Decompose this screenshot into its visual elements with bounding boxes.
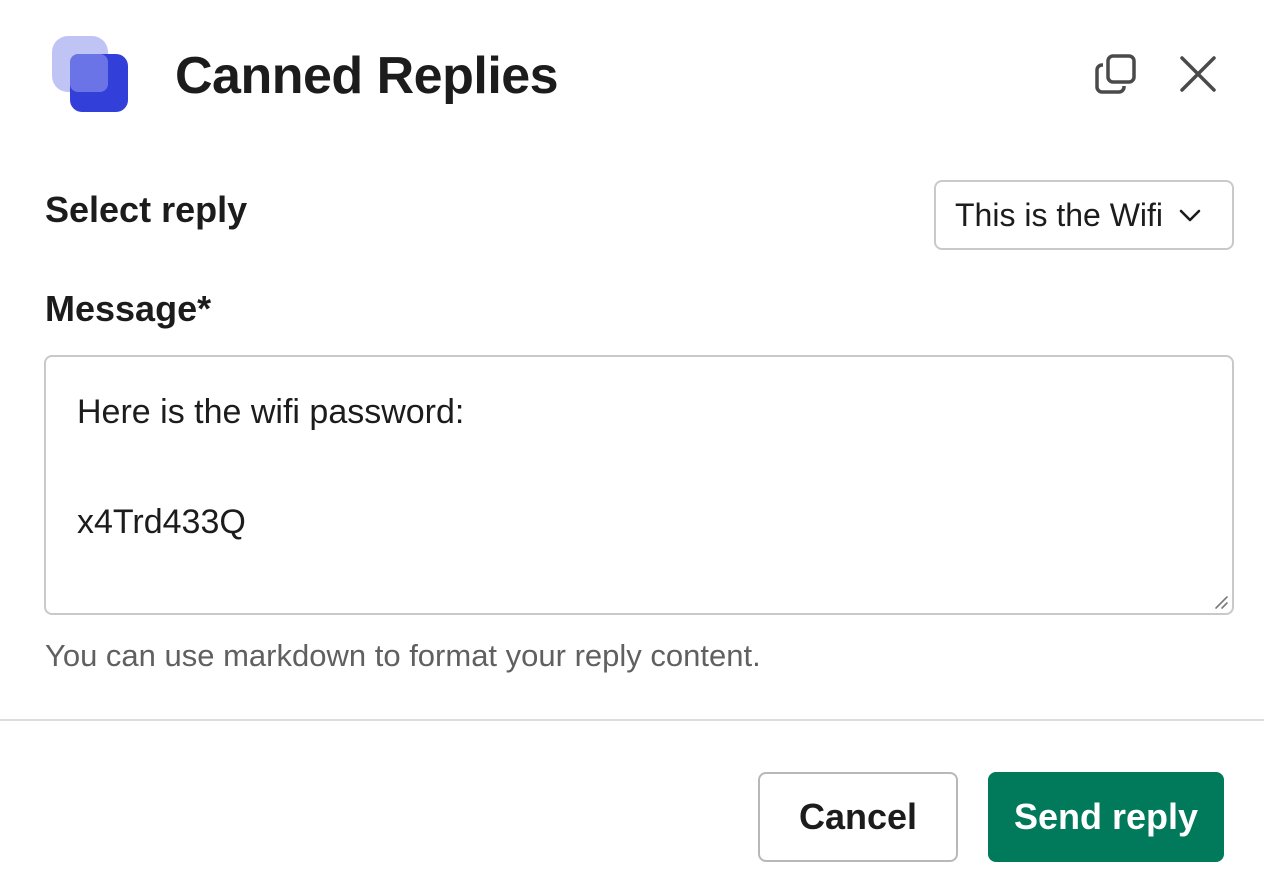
close-button[interactable] (1170, 46, 1226, 102)
popout-icon (1095, 54, 1136, 94)
send-reply-button[interactable]: Send reply (988, 772, 1224, 862)
markdown-hint: You can use markdown to format your repl… (45, 638, 761, 673)
select-reply-dropdown[interactable]: This is the Wifi (934, 180, 1234, 250)
message-textarea[interactable]: Here is the wifi password: x4Trd433Q (44, 355, 1234, 615)
message-line: x4Trd433Q (77, 503, 246, 541)
modal-header: Canned Replies (0, 0, 1264, 150)
close-icon (1180, 56, 1216, 92)
message-label: Message* (45, 288, 212, 329)
cancel-button[interactable]: Cancel (758, 772, 958, 862)
modal-title: Canned Replies (175, 47, 559, 105)
chevron-down-icon (1179, 209, 1201, 222)
footer-divider (0, 719, 1264, 721)
popout-button[interactable] (1088, 46, 1144, 102)
message-line (77, 550, 1201, 605)
message-line (77, 440, 1201, 495)
resize-handle-icon[interactable] (1213, 594, 1229, 610)
select-reply-value: This is the Wifi (955, 197, 1164, 233)
canned-replies-app-icon (52, 36, 128, 112)
message-line: Here is the wifi password: (77, 393, 465, 431)
canned-replies-modal: Canned Replies Select reply This is the … (0, 0, 1264, 886)
select-reply-label: Select reply (45, 189, 248, 230)
